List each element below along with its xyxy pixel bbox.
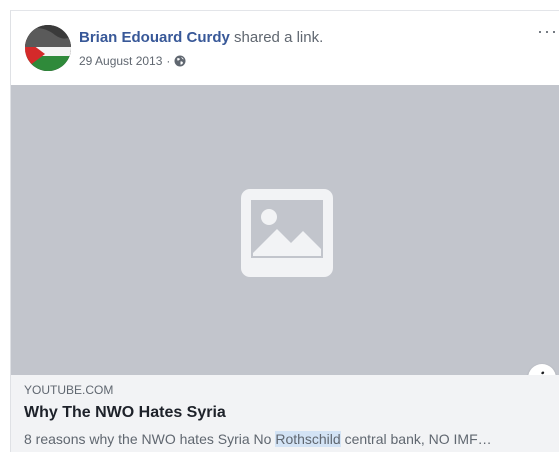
link-preview-details[interactable]: YOUTUBE.COM Why The NWO Hates Syria 8 re…	[11, 375, 559, 452]
link-description: 8 reasons why the NWO hates Syria No Rot…	[24, 431, 556, 447]
post-action-text: shared a link.	[234, 29, 324, 46]
link-description-highlight: Rothschild	[275, 431, 341, 447]
image-placeholder-icon	[241, 189, 333, 277]
more-options-icon[interactable]: ···	[537, 22, 558, 40]
avatar[interactable]	[25, 25, 71, 71]
flag-avatar-image	[25, 25, 71, 71]
meta-separator: ·	[166, 54, 171, 68]
link-description-end: central bank, NO IMF…	[340, 431, 492, 447]
author-name-link[interactable]: Brian Edouard Curdy	[79, 29, 230, 46]
post-card: Brian Edouard Curdy shared a link. 29 Au…	[10, 10, 559, 452]
author-line: Brian Edouard Curdy shared a link.	[79, 29, 323, 46]
link-domain: YOUTUBE.COM	[24, 383, 114, 397]
link-description-start: 8 reasons why the NWO hates Syria No	[24, 431, 276, 447]
link-preview-image[interactable]: i	[11, 85, 559, 392]
post-header: Brian Edouard Curdy shared a link. 29 Au…	[11, 11, 559, 85]
link-title[interactable]: Why The NWO Hates Syria	[24, 404, 226, 422]
post-meta: 29 August 2013 ·	[79, 54, 186, 68]
globe-icon[interactable]	[174, 55, 186, 67]
post-date[interactable]: 29 August 2013	[79, 54, 162, 68]
